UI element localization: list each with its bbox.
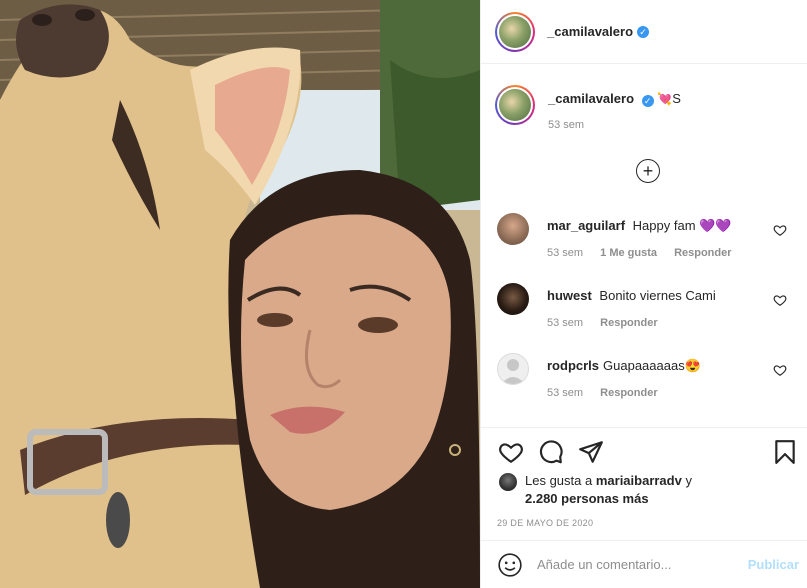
author-avatar[interactable] — [495, 11, 535, 52]
comment-item: huwest Bonito viernes Cami 53 sem Respon… — [497, 283, 793, 329]
post-actions: Les gusta a mariaibarradv y 2.280 person… — [481, 427, 807, 547]
comment-text: Guapaaaaaas — [603, 358, 685, 373]
liker-avatar[interactable] — [499, 473, 517, 491]
post-date[interactable]: 29 DE MAYO DE 2020 — [497, 518, 593, 528]
post-sidebar: _camilavalero ✓ _camilavalero ✓ 💘S 53 se… — [480, 0, 807, 588]
comment-text: Bonito viernes Cami — [599, 288, 716, 303]
action-icons — [497, 438, 799, 466]
post-header: _camilavalero ✓ — [481, 0, 807, 64]
add-comment-bar: Añade un comentario... Publicar — [481, 540, 807, 588]
default-avatar-icon — [501, 359, 525, 384]
comment-likes[interactable]: 1 Me gusta — [600, 247, 657, 259]
publish-button[interactable]: Publicar — [748, 557, 799, 572]
share-icon[interactable] — [577, 438, 605, 466]
likes-connector: y — [685, 473, 692, 488]
comment-time[interactable]: 53 sem — [547, 317, 583, 329]
heart-icon[interactable] — [497, 438, 525, 466]
caption-username[interactable]: _camilavalero — [548, 91, 634, 106]
comment-emoji: 😍 — [684, 358, 701, 373]
comment-emoji: 💜💜 — [699, 218, 732, 233]
plus-circle-icon[interactable]: + — [636, 159, 660, 183]
reply-button[interactable]: Responder — [600, 387, 657, 399]
likes-others[interactable]: 2.280 personas más — [525, 491, 649, 506]
verified-badge-icon: ✓ — [637, 25, 650, 38]
liker-username[interactable]: mariaibarradv — [596, 473, 682, 488]
author-username[interactable]: _camilavalero — [547, 24, 633, 39]
heart-icon[interactable] — [773, 293, 787, 307]
caption-text: S — [672, 91, 681, 106]
comment-text: Happy fam — [632, 218, 696, 233]
heart-icon[interactable] — [773, 363, 787, 377]
comment-avatar[interactable] — [497, 213, 529, 245]
comment-avatar[interactable] — [497, 353, 529, 385]
reply-button[interactable]: Responder — [674, 247, 731, 259]
comment-username[interactable]: huwest — [547, 288, 592, 303]
comment-item: mar_aguilarf Happy fam 💜💜 53 sem 1 Me gu… — [497, 213, 793, 259]
comment-input[interactable]: Añade un comentario... — [537, 557, 748, 572]
smiley-icon[interactable] — [497, 552, 523, 578]
post-photo[interactable] — [0, 0, 480, 588]
likes-summary: Les gusta a mariaibarradv y 2.280 person… — [499, 472, 692, 508]
likes-prefix: Les gusta a — [525, 473, 593, 488]
heart-icon[interactable] — [773, 223, 787, 237]
comment-username[interactable]: mar_aguilarf — [547, 218, 625, 233]
caption-emoji: 💘 — [657, 92, 673, 106]
comment-username[interactable]: rodpcrls — [547, 358, 599, 373]
caption-avatar[interactable] — [495, 85, 535, 125]
comments-section: _camilavalero ✓ 💘S 53 sem + mar_aguilarf… — [481, 65, 807, 427]
caption-time[interactable]: 53 sem — [548, 119, 681, 131]
reply-button[interactable]: Responder — [600, 317, 657, 329]
caption: _camilavalero ✓ 💘S 53 sem — [495, 85, 681, 131]
comment-icon[interactable] — [537, 438, 565, 466]
comment-avatar[interactable] — [497, 283, 529, 315]
comment-item: rodpcrls Guapaaaaaas😍 53 sem Responder — [497, 353, 793, 399]
comment-time[interactable]: 53 sem — [547, 247, 583, 259]
bookmark-icon[interactable] — [771, 438, 799, 466]
post-image — [0, 0, 480, 588]
comment-time[interactable]: 53 sem — [547, 387, 583, 399]
verified-badge-icon: ✓ — [641, 95, 654, 107]
